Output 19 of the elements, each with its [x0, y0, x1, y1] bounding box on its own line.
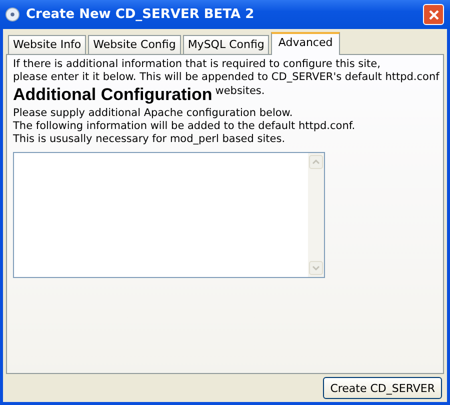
close-button[interactable]	[423, 4, 444, 25]
config-text-area[interactable]	[13, 152, 325, 278]
description-text: The following information will be added to the default httpd.conf.	[13, 120, 356, 133]
intro-text: please enter it it below. This will be appended to CD_SERVER's default httpd.conf	[13, 71, 437, 84]
intro-text: If there is additional information that is required to configure this site,	[13, 58, 382, 71]
overflow-text: websites.	[215, 85, 265, 97]
tab[interactable]: MySQL Config	[182, 35, 270, 54]
tab[interactable]: Website Info	[8, 35, 86, 54]
section-heading: Additional Configuration	[13, 85, 212, 105]
disc-icon	[5, 7, 20, 22]
close-icon	[428, 8, 440, 20]
create-button[interactable]: Create CD_SERVER	[323, 377, 442, 399]
window-title: Create New CD_SERVER BETA 2	[26, 7, 256, 22]
tab[interactable]: Website Config	[88, 35, 181, 54]
scroll-up-icon[interactable]	[309, 155, 323, 169]
description-text: Please supply additional Apache configuration below.	[13, 107, 294, 120]
scroll-down-icon[interactable]	[309, 261, 323, 275]
description-text: This is ususally necessary for mod_perl based sites.	[13, 133, 286, 146]
tab[interactable]: Advanced	[271, 32, 340, 55]
